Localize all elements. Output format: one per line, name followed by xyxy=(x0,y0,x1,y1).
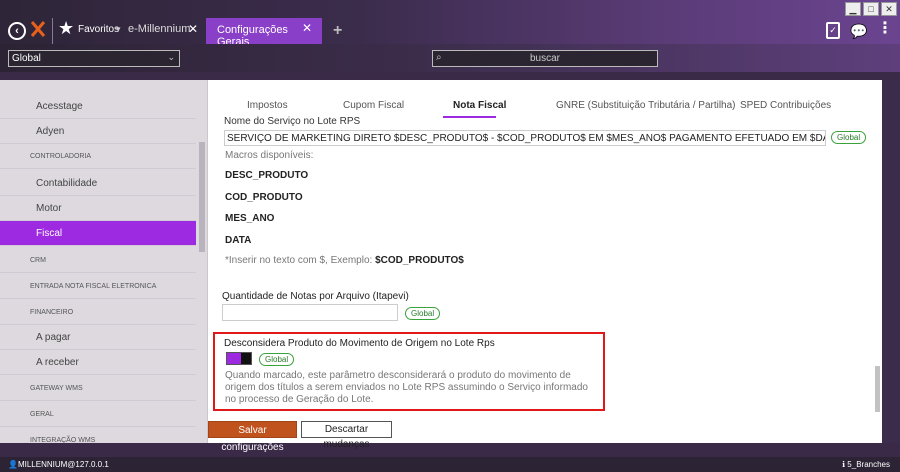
scope-select[interactable]: Global ⌄ xyxy=(8,50,180,67)
search-input[interactable]: ⌕ buscar xyxy=(432,50,658,67)
disregard-label: Desconsidera Produto do Movimento de Ori… xyxy=(224,338,495,349)
tab-sped-contribuicoes[interactable]: SPED Contribuições xyxy=(740,100,831,111)
logo-icon xyxy=(30,21,46,37)
maximize-button[interactable]: □ xyxy=(863,2,879,16)
sidebar-scrollbar[interactable] xyxy=(199,142,205,252)
clipboard-icon[interactable]: ✓ xyxy=(826,22,840,39)
sidebar-group-controladoria[interactable]: CONTROLADORIA xyxy=(0,144,196,169)
divider xyxy=(52,18,53,44)
status-user: 👤MILLENNIUM@127.0.0.1 xyxy=(8,460,109,469)
status-user-text: MILLENNIUM@127.0.0.1 xyxy=(17,460,109,469)
chevron-down-icon: ⌄ xyxy=(167,52,175,62)
tab-gnre[interactable]: GNRE (Substituição Tributária / Partilha… xyxy=(556,100,736,111)
status-branches-text: 5_Branches xyxy=(847,460,890,469)
sidebar-item-acesstage[interactable]: Acesstage xyxy=(0,94,196,119)
tab-nota-fiscal[interactable]: Nota Fiscal xyxy=(453,100,506,111)
settings-tabs: Impostos Cupom Fiscal Nota Fiscal GNRE (… xyxy=(208,92,882,112)
hint-example: $COD_PRODUTO$ xyxy=(375,255,464,266)
add-tab-button[interactable]: + xyxy=(333,23,342,39)
macro-data: DATA xyxy=(225,235,252,246)
macro-desc-produto: DESC_PRODUTO xyxy=(225,170,309,181)
sidebar-item-a-receber[interactable]: A receber xyxy=(0,350,196,375)
sidebar-item-motor[interactable]: Motor xyxy=(0,196,196,221)
close-window-button[interactable]: ✕ xyxy=(881,2,897,16)
sidebar-item-a-pagar[interactable]: A pagar xyxy=(0,325,196,350)
hint-prefix: *Inserir no texto com $, Exemplo: xyxy=(225,255,376,266)
macro-hint: *Inserir no texto com $, Exemplo: $COD_P… xyxy=(225,255,464,266)
save-button[interactable]: Salvar configurações xyxy=(208,421,297,453)
more-icon[interactable]: ⋮ xyxy=(877,21,893,37)
chat-icon[interactable]: 💬 xyxy=(850,23,867,40)
macro-mes-ano: MES_ANO xyxy=(225,213,275,224)
right-gutter xyxy=(882,80,900,443)
sidebar-group-gateway-wms[interactable]: GATEWAY WMS xyxy=(0,376,196,401)
chevron-down-icon[interactable]: ▾ xyxy=(116,24,121,35)
sidebar-group-crm[interactable]: CRM xyxy=(0,248,196,273)
scope-value: Global xyxy=(12,53,41,64)
minimize-button[interactable]: ▁ xyxy=(845,2,861,16)
toggle-knob xyxy=(241,353,251,364)
qty-label: Quantidade de Notas por Arquivo (Itapevi… xyxy=(222,291,409,302)
user-icon: 👤 xyxy=(8,460,18,469)
main-scrollbar[interactable] xyxy=(875,366,880,412)
status-branches[interactable]: ℹ 5_Branches xyxy=(842,460,890,469)
sidebar-group-integracao-wms[interactable]: INTEGRAÇÃO WMS xyxy=(0,428,196,443)
favorites-label[interactable]: Favoritos xyxy=(78,24,119,35)
global-badge[interactable]: Global xyxy=(259,353,295,366)
tab-impostos[interactable]: Impostos xyxy=(247,100,288,111)
disregard-help: Quando marcado, este parâmetro desconsid… xyxy=(225,370,588,405)
sidebar-group-financeiro[interactable]: FINANCEIRO xyxy=(0,300,196,325)
search-placeholder: buscar xyxy=(529,53,560,64)
close-icon[interactable]: ✕ xyxy=(188,22,198,36)
close-icon[interactable]: ✕ xyxy=(302,21,312,35)
star-icon[interactable]: ★ xyxy=(58,19,74,37)
active-tab-indicator xyxy=(443,116,496,118)
tab-cupom-fiscal[interactable]: Cupom Fiscal xyxy=(343,100,404,111)
disregard-toggle[interactable] xyxy=(226,352,252,365)
macros-title: Macros disponíveis: xyxy=(225,150,314,161)
back-icon[interactable]: ‹ xyxy=(8,22,26,40)
qty-input[interactable] xyxy=(222,304,398,321)
sidebar: Acesstage Adyen CONTROLADORIA Contabilid… xyxy=(0,80,208,443)
discard-button[interactable]: Descartar mudanças xyxy=(301,421,392,450)
sidebar-item-contabilidade[interactable]: Contabilidade xyxy=(0,171,196,196)
sidebar-item-fiscal[interactable]: Fiscal xyxy=(0,221,196,246)
sidebar-group-entrada-nota-fiscal[interactable]: ENTRADA NOTA FISCAL ELETRONICA xyxy=(0,274,196,299)
service-name-label: Nome do Serviço no Lote RPS xyxy=(224,116,361,127)
service-name-input[interactable]: SERVIÇO DE MARKETING DIRETO $DESC_PRODUT… xyxy=(224,130,826,146)
sidebar-group-geral[interactable]: GERAL xyxy=(0,402,196,427)
sidebar-item-adyen[interactable]: Adyen xyxy=(0,119,196,144)
global-badge[interactable]: Global xyxy=(831,131,867,144)
status-bar: 👤MILLENNIUM@127.0.0.1 ℹ 5_Branches xyxy=(0,457,900,472)
global-badge[interactable]: Global xyxy=(405,307,441,320)
macro-cod-produto: COD_PRODUTO xyxy=(225,192,303,203)
